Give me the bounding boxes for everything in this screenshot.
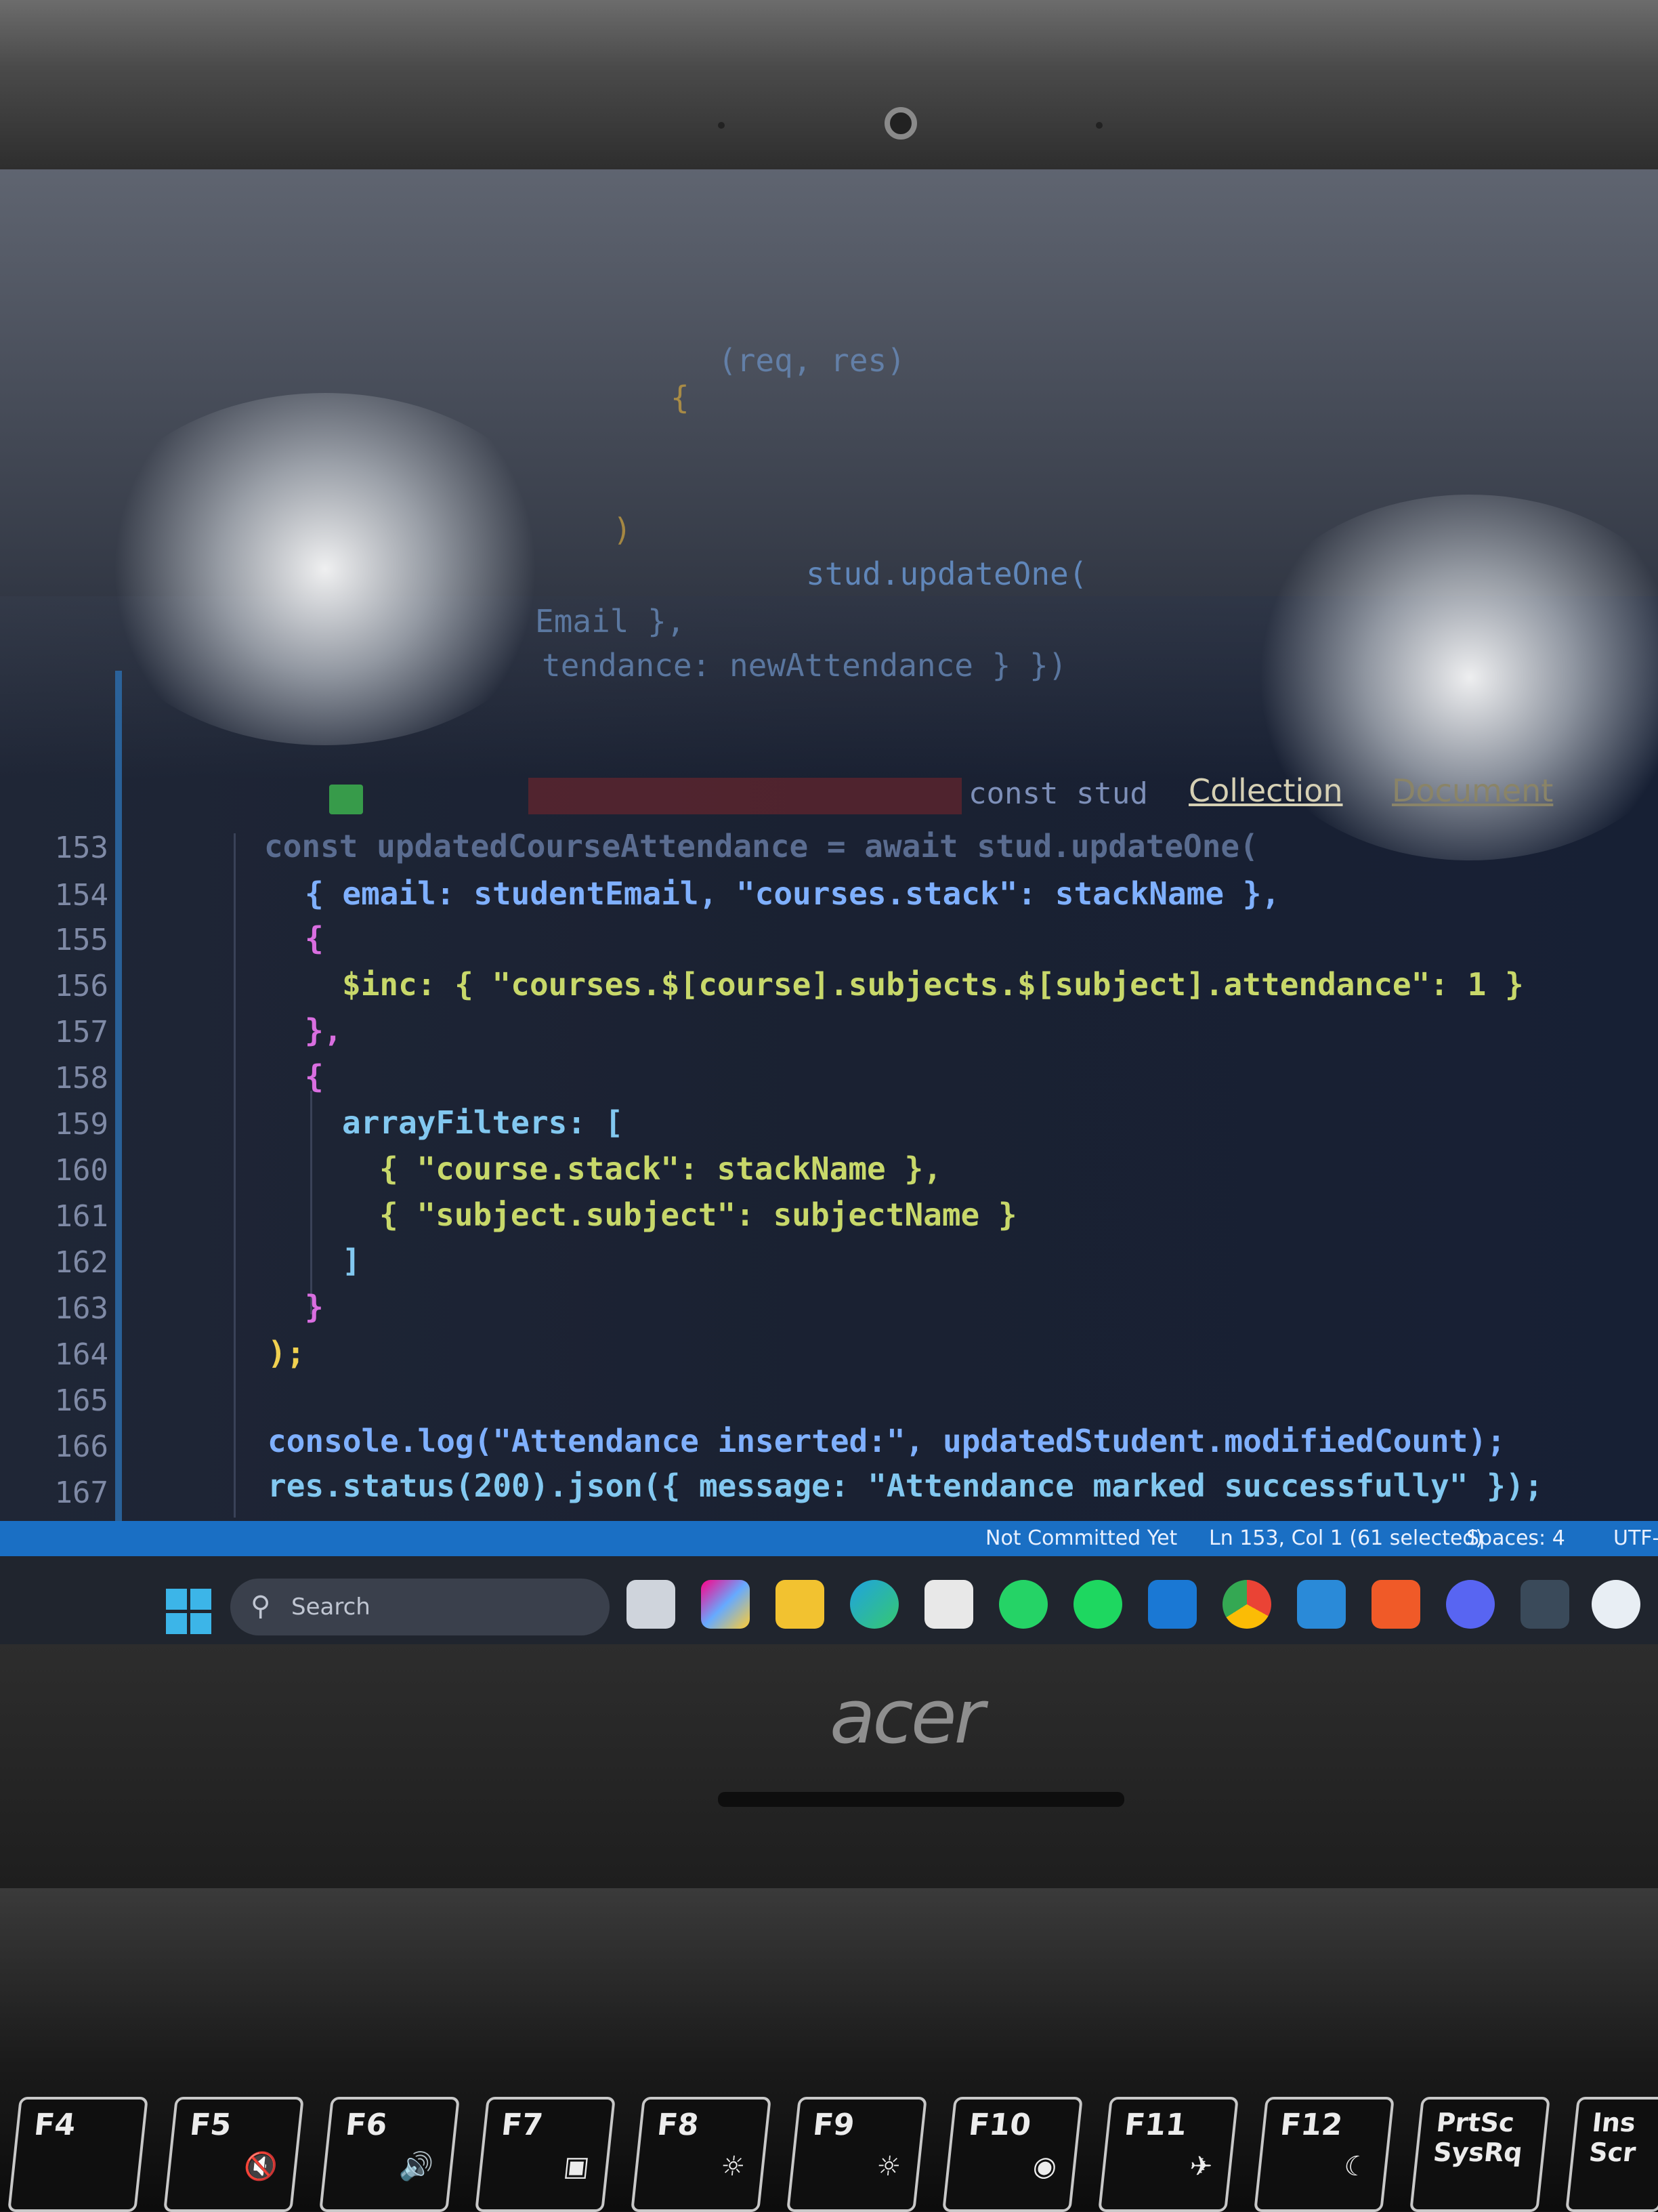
line-number: 167 (54, 1476, 108, 1510)
line-number: 163 (54, 1291, 108, 1326)
code-line[interactable]: { "subject.subject": subjectName } (379, 1196, 1017, 1233)
ghost-code-line: ) (613, 512, 632, 548)
code-line[interactable]: res.status(200).json({ message: "Attenda… (268, 1467, 1543, 1504)
code-line[interactable]: { email: studentEmail, "courses.stack": … (305, 875, 1280, 912)
hover-link-collection[interactable]: Collection (1189, 772, 1343, 809)
key-f12[interactable]: F12 ☾ (1254, 2097, 1395, 2212)
light-glare (81, 393, 569, 745)
ghost-code-line: tendance: newAttendance } }) (542, 647, 1067, 684)
line-number: 165 (54, 1383, 108, 1418)
line-number: 154 (54, 878, 108, 913)
line-number: 155 (54, 923, 108, 957)
line-number: 159 (54, 1107, 108, 1142)
key-f6[interactable]: F6 🔊 (319, 2097, 460, 2212)
brightness-up-icon: ☼ (874, 2151, 903, 2182)
edge-icon[interactable] (850, 1580, 899, 1629)
acer-logo: acer (830, 1673, 985, 1760)
terminal-icon[interactable] (1521, 1580, 1569, 1629)
vscode-icon[interactable] (1297, 1580, 1346, 1629)
airplane-icon: ✈ (1188, 2151, 1214, 2182)
camera-icon: ◉ (1031, 2151, 1059, 2182)
line-number: 153 (54, 831, 108, 865)
code-line[interactable]: ] (342, 1243, 361, 1279)
ollama-icon[interactable] (1592, 1580, 1640, 1629)
line-number: 158 (54, 1061, 108, 1095)
copilot-icon[interactable] (701, 1580, 750, 1629)
key-f9[interactable]: F9 ☼ (786, 2097, 927, 2212)
code-line[interactable]: console.log("Attendance inserted:", upda… (268, 1423, 1506, 1459)
line-number: 157 (54, 1015, 108, 1049)
indent-guide (234, 833, 236, 1518)
editor-status-bar: Not Committed Yet Ln 153, Col 1 (61 sele… (0, 1521, 1658, 1556)
volume-icon: 🔊 (398, 2151, 435, 2182)
cursor-position[interactable]: Ln 153, Col 1 (61 selected) (1209, 1526, 1483, 1550)
laptop-top-bezel (0, 0, 1658, 169)
brave-icon[interactable] (1372, 1580, 1420, 1629)
line-number: 156 (54, 969, 108, 1003)
file-explorer-icon[interactable] (775, 1580, 824, 1629)
key-f10[interactable]: F10 ◉ (942, 2097, 1083, 2212)
hover-link-document[interactable]: Document (1392, 772, 1553, 809)
sleep-icon: ☾ (1342, 2151, 1370, 2182)
gutter-change-bar (115, 671, 122, 1531)
ghost-code-line: { (671, 379, 689, 416)
whatsapp-icon[interactable] (999, 1580, 1048, 1629)
store-icon[interactable] (924, 1580, 973, 1629)
code-line[interactable]: $inc: { "courses.$[course].subjects.$[su… (342, 966, 1524, 1003)
windows-start-icon[interactable] (166, 1589, 212, 1635)
line-number: 160 (54, 1153, 108, 1188)
code-line[interactable]: }, (305, 1012, 342, 1049)
webcam (885, 107, 917, 140)
code-line[interactable]: { "course.stack": stackName }, (379, 1150, 942, 1187)
key-f7[interactable]: F7 ▣ (475, 2097, 616, 2212)
ghost-code-line: stud.updateOne( (806, 556, 1088, 592)
line-number: 161 (54, 1199, 108, 1234)
task-view-icon[interactable] (626, 1580, 675, 1629)
discord-icon[interactable] (1446, 1580, 1495, 1629)
key-ins[interactable]: Ins Scr (1565, 2097, 1658, 2212)
code-line[interactable]: { (305, 1058, 324, 1095)
hover-const: const stud (969, 776, 1148, 811)
key-f4[interactable]: F4 (7, 2097, 148, 2212)
indent-guide (310, 1091, 312, 1314)
code-line[interactable]: } (305, 1289, 324, 1325)
indentation[interactable]: Spaces: 4 (1466, 1526, 1565, 1550)
key-f8[interactable]: F8 ☼ (631, 2097, 771, 2212)
code-line[interactable]: { (305, 920, 324, 957)
key-prtsc[interactable]: PrtSc SysRq (1409, 2097, 1550, 2212)
chrome-icon[interactable] (1223, 1580, 1271, 1629)
hinge (718, 1792, 1124, 1807)
line-number: 164 (54, 1337, 108, 1372)
bezel-dot (718, 122, 725, 129)
laptop-bottom-bezel (0, 1644, 1658, 1888)
key-f11[interactable]: F11 ✈ (1098, 2097, 1239, 2212)
line-number: 162 (54, 1245, 108, 1280)
key-f5[interactable]: F5 🔇 (163, 2097, 304, 2212)
taskbar-search[interactable]: ⚲ Search (230, 1579, 610, 1635)
code-line[interactable]: arrayFilters: [ (342, 1104, 623, 1141)
search-icon: ⚲ (251, 1591, 271, 1622)
line-number: 166 (54, 1430, 108, 1464)
search-label: Search (291, 1593, 370, 1621)
git-status[interactable]: Not Committed Yet (985, 1526, 1177, 1550)
code-line[interactable]: const updatedCourseAttendance = await st… (264, 828, 1258, 864)
ghost-code-line: (req, res) (718, 342, 906, 379)
check-icon (329, 785, 363, 814)
selection-highlight (528, 778, 962, 814)
bezel-dot (1096, 122, 1103, 129)
brightness-down-icon: ☼ (719, 2151, 747, 2182)
code-line[interactable]: ); (268, 1335, 305, 1371)
touchpad-icon: ▣ (561, 2151, 591, 2182)
volume-mute-icon: 🔇 (242, 2151, 280, 2182)
spotify-icon[interactable] (1074, 1580, 1122, 1629)
outlook-icon[interactable] (1148, 1580, 1197, 1629)
encoding[interactable]: UTF-8 (1613, 1526, 1658, 1550)
